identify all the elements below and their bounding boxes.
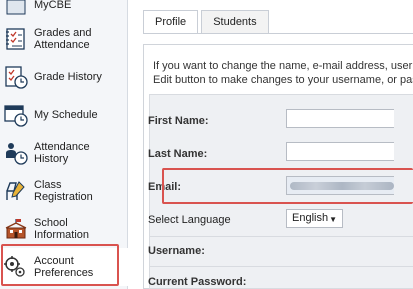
form-divider (150, 236, 413, 237)
chevron-down-icon: ▼ (329, 215, 337, 224)
sidebar-item-label: Attendance History (34, 141, 90, 165)
school-icon (5, 219, 27, 239)
sidebar-item-label: School Information (34, 217, 90, 241)
intro-text: If you want to change the name, e-mail a… (153, 59, 413, 87)
tab-profile[interactable]: Profile (143, 10, 199, 34)
sidebar-item-grade-history[interactable]: Grade History (0, 58, 128, 96)
sidebar-item-label: My Schedule (34, 109, 98, 121)
current-password-label: Current Password: (148, 276, 247, 288)
sidebar-item-class-registration[interactable]: Class Registration (0, 172, 128, 210)
gradebook-icon (6, 28, 25, 50)
sidebar-item-label: MyCBE (34, 0, 72, 11)
sidebar-item-label: Grades and Attendance (34, 27, 92, 51)
first-name-field[interactable] (286, 109, 394, 128)
language-label: Select Language (148, 214, 231, 226)
sidebar-item-school-information[interactable]: School Information (0, 210, 128, 248)
schedule-icon (4, 105, 28, 127)
tab-bar: Profile Students (143, 10, 272, 34)
tab-divider (143, 33, 413, 34)
sidebar-item-attendance-history[interactable]: Attendance History (0, 134, 128, 172)
language-select[interactable]: English ▼ (286, 209, 343, 228)
account-preferences-highlight (1, 244, 119, 286)
intro-line-1: If you want to change the name, e-mail a… (153, 60, 413, 72)
email-row-highlight (162, 168, 413, 204)
sidebar-item-label: Class Registration (34, 179, 93, 203)
tab-students[interactable]: Students (201, 10, 269, 34)
sidebar-item-my-schedule[interactable]: My Schedule (0, 96, 128, 134)
sidebar-item-grades-and-attendance[interactable]: Grades and Attendance (0, 20, 128, 58)
last-name-label: Last Name: (148, 148, 208, 160)
grade-history-icon (5, 66, 28, 89)
last-name-field[interactable] (286, 142, 394, 161)
language-select-value: English (292, 212, 329, 224)
first-name-label: First Name: (148, 115, 209, 127)
attendance-history-icon (6, 143, 28, 165)
username-label: Username: (148, 245, 205, 257)
intro-line-2: Edit button to make changes to your user… (153, 74, 413, 86)
mycbe-icon (6, 0, 26, 15)
form-divider (150, 266, 413, 267)
main-content: Profile Students If you want to change t… (129, 0, 413, 289)
class-registration-icon (6, 181, 25, 200)
sidebar-item-label: Grade History (34, 71, 102, 83)
